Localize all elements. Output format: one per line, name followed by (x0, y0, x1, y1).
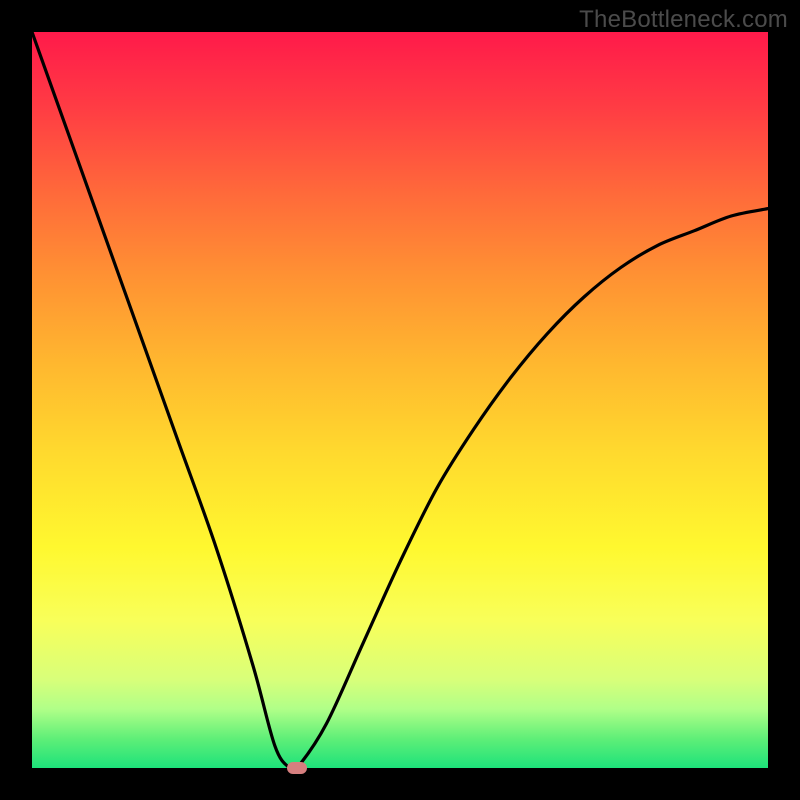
watermark-text: TheBottleneck.com (579, 6, 788, 34)
optimal-point-marker (287, 762, 307, 774)
bottleneck-curve (32, 32, 768, 768)
plot-area (32, 32, 768, 768)
chart-frame: TheBottleneck.com (0, 0, 800, 800)
